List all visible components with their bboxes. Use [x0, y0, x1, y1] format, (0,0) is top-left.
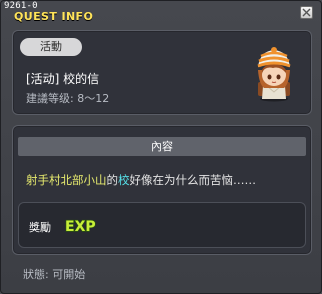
- quest-name: [活动] 校的信: [26, 72, 100, 86]
- quest-category-badge: 活動: [20, 38, 82, 56]
- exp-icon: EXP: [64, 218, 96, 235]
- location-name: 射手村北部小山: [26, 173, 107, 187]
- close-icon: [302, 8, 311, 17]
- npc-portrait-icon: [257, 47, 291, 102]
- quest-recommended-level: 建議等级: 8～12: [26, 92, 110, 105]
- reward-box: 獎勵 EXP: [18, 202, 306, 248]
- description-text: 好像在为什么而苦恼……: [129, 173, 257, 187]
- quest-status: 狀態: 可開始: [23, 268, 86, 281]
- quest-description: 射手村北部小山的校好像在为什么而苦恼……: [26, 172, 256, 188]
- reward-label: 獎勵: [29, 221, 51, 234]
- exp-icon-text: EXP: [65, 219, 96, 235]
- content-section-header: 內容: [18, 137, 306, 156]
- description-text: 的: [106, 173, 119, 187]
- quest-info-window: 9261-0 QUEST INFO 活動 [活动] 校的信 建議等级: 8～12: [0, 0, 322, 294]
- quest-summary-panel: 活動 [活动] 校的信 建議等级: 8～12: [12, 30, 312, 115]
- window-title: QUEST INFO: [14, 10, 94, 23]
- npc-name: 校: [118, 173, 130, 187]
- close-button[interactable]: [300, 6, 313, 19]
- quest-content-panel: 內容 射手村北部小山的校好像在为什么而苦恼…… 獎勵 EXP: [12, 125, 312, 255]
